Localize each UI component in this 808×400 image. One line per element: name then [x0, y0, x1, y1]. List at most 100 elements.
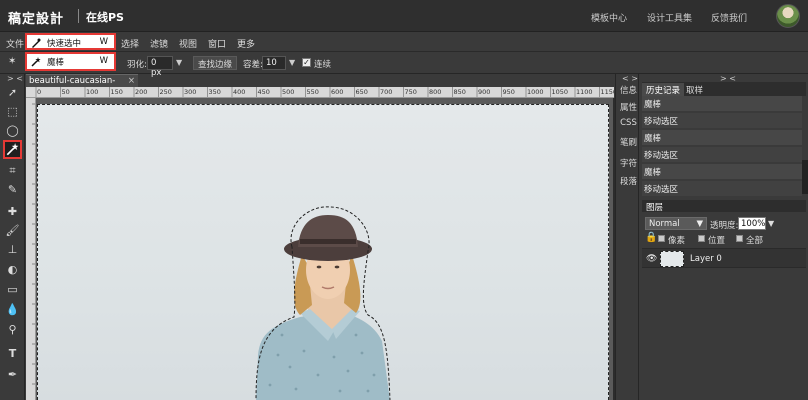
ruler-left: [26, 98, 36, 400]
lock-all-checkbox[interactable]: [736, 235, 743, 242]
ruler-label: 700: [380, 88, 392, 96]
history-item[interactable]: 魔棒: [642, 164, 802, 180]
side-collapse[interactable]: < >: [622, 74, 638, 83]
logo[interactable]: 稿定設計: [8, 8, 64, 27]
document-tab[interactable]: beautiful-caucasian- ×: [26, 74, 138, 87]
text-icon[interactable]: T: [3, 344, 22, 363]
app-window: 稿定設計 在线PS 模板中心 设计工具集 反馈我们 文件 选择 滤镜 视图 窗口…: [0, 0, 808, 400]
magic-wand-shortcut: W: [99, 56, 108, 66]
ruler-label: 300: [184, 88, 196, 96]
lock-pixels-label: 像素: [668, 236, 686, 246]
ruler-label: 400: [233, 88, 245, 96]
magic-wand-menu-item[interactable]: 魔棒 W: [25, 52, 116, 71]
gradient-icon[interactable]: ▭: [3, 280, 22, 299]
pen-icon[interactable]: ✒: [3, 365, 22, 384]
magic-wand-icon: [31, 57, 41, 67]
blend-mode-select[interactable]: Normal ▼: [645, 217, 707, 230]
menu-more[interactable]: 更多: [237, 37, 255, 50]
ruler-label: 200: [135, 88, 147, 96]
contiguous-checkbox[interactable]: ✓: [302, 58, 311, 67]
history-item[interactable]: 魔棒: [642, 130, 802, 146]
avatar[interactable]: [776, 4, 800, 28]
tab-properties[interactable]: 属性: [619, 101, 638, 113]
chevron-down-icon: ▼: [696, 219, 703, 229]
photo-canvas[interactable]: [37, 104, 609, 400]
magic-wand-label: 魔棒: [47, 58, 65, 68]
quick-select-label: 快速选中: [47, 39, 82, 49]
lasso-icon[interactable]: ◯: [3, 121, 22, 140]
tab-paragraph[interactable]: 段落: [619, 175, 638, 187]
ruler-label: 50: [62, 88, 70, 96]
layer-name: Layer 0: [690, 254, 722, 264]
history-scrollbar[interactable]: [802, 160, 808, 194]
opacity-input[interactable]: 100%: [738, 217, 766, 230]
history-item[interactable]: 移动选区: [642, 113, 802, 129]
marquee-icon[interactable]: ⬚: [3, 102, 22, 121]
tab-character[interactable]: 字符: [619, 157, 638, 169]
history-tabs: 历史记录 取样: [642, 82, 806, 97]
ruler-label: 900: [478, 88, 490, 96]
magic-wand-option-icon: ✶: [8, 56, 17, 67]
ruler-ticks: 0 50 100 150 200 250 300 350 400 450 500 550 600 650 7…: [35, 87, 614, 97]
ruler-label: 800: [429, 88, 441, 96]
eye-icon[interactable]: 👁: [646, 254, 657, 264]
right-panel: > < 历史记录 取样 魔棒 移动选区 魔棒 移动选区 魔棒 移动选区 图层 N…: [640, 74, 808, 400]
tab-history[interactable]: 历史记录: [642, 83, 685, 97]
ruler-label: 550: [307, 88, 319, 96]
tab-brush[interactable]: 笔刷: [619, 136, 638, 148]
document-tab-title: beautiful-caucasian-: [29, 76, 116, 86]
tab-css[interactable]: CSS: [619, 118, 638, 128]
feather-input[interactable]: 0 px: [147, 56, 173, 78]
ruler-top: 0 50 100 150 200 250 300 350 400 450 500 550 600 650 7…: [26, 87, 614, 98]
history-item[interactable]: 移动选区: [642, 181, 802, 197]
history-item[interactable]: 移动选区: [642, 147, 802, 163]
ruler-label: 0: [37, 88, 41, 96]
magic-wand-icon[interactable]: [3, 140, 22, 159]
ruler-label: 750: [405, 88, 417, 96]
ruler-label: 1050: [552, 88, 569, 96]
clone-stamp-icon[interactable]: ⊥: [3, 240, 22, 259]
quick-select-shortcut: W: [99, 37, 108, 47]
tolerance-input[interactable]: 10: [262, 56, 286, 70]
ruler-label: 500: [282, 88, 294, 96]
blend-mode-value: Normal: [649, 219, 680, 229]
tab-info[interactable]: 信息: [619, 84, 638, 96]
link-feedback[interactable]: 反馈我们: [711, 11, 747, 24]
eyedropper-icon[interactable]: ✎: [3, 180, 22, 199]
eraser-icon[interactable]: ◐: [3, 260, 22, 279]
link-template-center[interactable]: 模板中心: [591, 11, 627, 24]
toolbox: > < ➚ ⬚ ◯ ⌗ ✎ ✚ 🖌 ⊥ ◐ ▭ 💧 ⚲ T ✒: [0, 74, 25, 400]
ruler-label: 600: [331, 88, 343, 96]
close-icon[interactable]: ×: [128, 76, 135, 86]
menu-select[interactable]: 选择: [121, 37, 139, 50]
ruler-label: 850: [454, 88, 466, 96]
healing-icon[interactable]: ✚: [3, 202, 22, 221]
woman-with-hat-photo: [255, 206, 391, 400]
crop-icon[interactable]: ⌗: [3, 161, 22, 180]
tab-sample[interactable]: 取样: [682, 83, 707, 97]
quick-select-menu-item[interactable]: 快速选中 W: [25, 33, 116, 50]
find-edge-button[interactable]: 查找边缘: [193, 56, 238, 70]
lock-all-label: 全部: [746, 236, 764, 246]
lock-position-checkbox[interactable]: [698, 235, 705, 242]
contiguous-label: 连续: [314, 60, 332, 70]
dodge-icon[interactable]: ⚲: [3, 320, 22, 339]
move-icon[interactable]: ➚: [3, 83, 22, 102]
menu-file[interactable]: 文件: [6, 37, 24, 50]
menu-view[interactable]: 视图: [179, 37, 197, 50]
menu-filter[interactable]: 滤镜: [150, 37, 168, 50]
link-design-tools[interactable]: 设计工具集: [647, 11, 692, 24]
toolbox-collapse[interactable]: > <: [7, 74, 23, 83]
layer-row[interactable]: 👁 Layer 0: [642, 248, 806, 268]
lock-pixels-checkbox[interactable]: [658, 235, 665, 242]
history-item[interactable]: 魔棒: [642, 96, 802, 112]
feather-dropdown-icon[interactable]: ▼: [176, 58, 182, 67]
app-subtitle: 在线PS: [86, 11, 124, 24]
opacity-dropdown-icon[interactable]: ▼: [768, 219, 774, 228]
brush-icon[interactable]: 🖌: [3, 221, 22, 240]
ruler-label: 1100: [576, 88, 593, 96]
tolerance-dropdown-icon[interactable]: ▼: [289, 58, 295, 67]
menu-window[interactable]: 窗口: [208, 37, 226, 50]
blur-icon[interactable]: 💧: [3, 300, 22, 319]
ruler-left-ticks: [32, 103, 35, 385]
